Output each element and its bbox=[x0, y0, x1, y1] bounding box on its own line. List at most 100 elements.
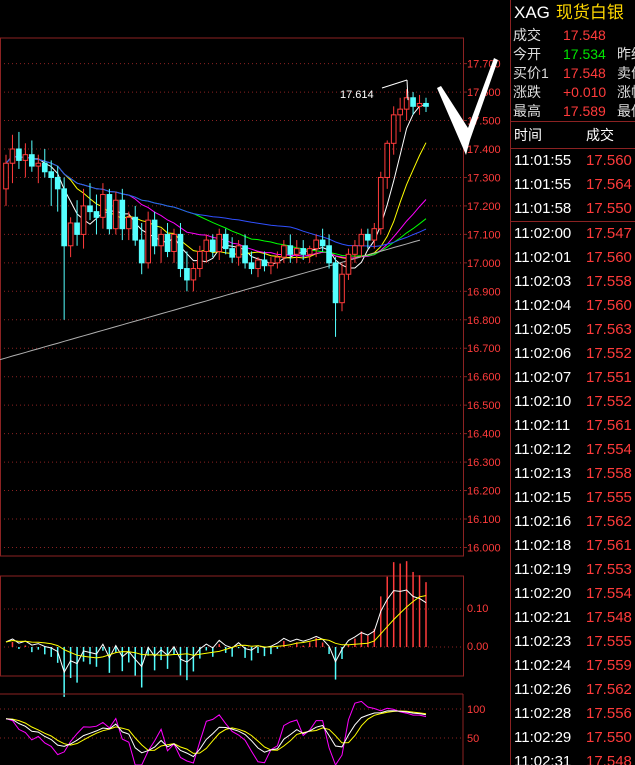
tick-time: 11:02:21 bbox=[514, 609, 572, 626]
quote-panel: XAG 现货白银 成交 17.548 今开 17.534 昨结买价1 17.548 卖价涨跌 +… bbox=[510, 0, 635, 765]
candle-body bbox=[48, 171, 55, 178]
tick-price: 17.554 bbox=[586, 441, 632, 458]
candle-body bbox=[119, 199, 126, 230]
quote-value: 17.548 bbox=[563, 27, 606, 43]
tick-price: 17.560 bbox=[586, 249, 632, 266]
tick-time: 11:02:03 bbox=[514, 273, 572, 290]
candle-body bbox=[125, 216, 132, 230]
tick-row: 11:02:10 17.552 bbox=[511, 390, 635, 414]
tick-price: 17.560 bbox=[586, 152, 632, 169]
axis-label: 16.800 bbox=[467, 315, 501, 327]
candle-body bbox=[80, 205, 87, 235]
tick-time: 11:02:23 bbox=[514, 633, 572, 650]
tick-row: 11:02:20 17.554 bbox=[511, 582, 635, 606]
tick-row: 11:02:19 17.553 bbox=[511, 558, 635, 582]
tick-price: 17.551 bbox=[586, 369, 632, 386]
tick-time: 11:02:19 bbox=[514, 561, 572, 578]
ticks-header: 时间 成交 bbox=[511, 121, 635, 149]
tick-row: 11:02:06 17.552 bbox=[511, 342, 635, 366]
candle-body bbox=[106, 194, 113, 230]
tick-row: 11:02:13 17.558 bbox=[511, 462, 635, 486]
candle-body bbox=[93, 211, 100, 218]
candle-body bbox=[222, 233, 229, 250]
axis-label: 16.300 bbox=[467, 457, 501, 469]
candle-body bbox=[384, 142, 391, 178]
annotation-leader bbox=[406, 79, 409, 101]
candle-body bbox=[74, 222, 80, 235]
candle-body bbox=[113, 199, 119, 230]
tick-price: 17.563 bbox=[586, 321, 632, 338]
tick-time: 11:02:31 bbox=[514, 753, 572, 765]
tick-row: 11:02:11 17.561 bbox=[511, 414, 635, 438]
tick-time: 11:02:26 bbox=[514, 681, 572, 698]
macd-axis-label: 0.10 bbox=[467, 603, 488, 615]
kdj-panel: 100 50 bbox=[0, 693, 485, 765]
tick-price: 17.552 bbox=[586, 393, 632, 410]
tick-price: 17.561 bbox=[586, 537, 632, 554]
candle-body bbox=[158, 233, 164, 247]
candle-body bbox=[248, 262, 255, 270]
axis-label: 16.600 bbox=[467, 372, 501, 384]
axis-label: 16.400 bbox=[467, 429, 501, 441]
tick-price: 17.564 bbox=[586, 176, 632, 193]
candle-body bbox=[229, 248, 235, 258]
tick-price: 17.550 bbox=[586, 729, 632, 746]
tick-price: 17.550 bbox=[586, 200, 632, 217]
quote-row: 最高 17.589 最低 bbox=[511, 102, 635, 121]
tick-row: 11:02:07 17.551 bbox=[511, 366, 635, 390]
tick-row: 11:02:26 17.562 bbox=[511, 678, 635, 702]
tick-row: 11:02:21 17.548 bbox=[511, 606, 635, 630]
axis-label: 16.900 bbox=[467, 286, 501, 298]
symbol-name: 现货白银 bbox=[555, 3, 624, 22]
candle-body bbox=[313, 239, 319, 250]
quote-value: +0.010 bbox=[563, 84, 607, 100]
candle-body bbox=[345, 253, 352, 275]
candle-body bbox=[184, 268, 190, 281]
candle-body bbox=[209, 239, 216, 252]
macd-dif bbox=[5, 589, 427, 674]
quote-label: 涨跌 bbox=[513, 84, 541, 100]
candle-body bbox=[268, 262, 274, 267]
tick-row: 11:02:23 17.555 bbox=[511, 630, 635, 654]
axis-label: 17.200 bbox=[467, 201, 501, 213]
candle-body bbox=[100, 194, 106, 218]
tick-price: 17.559 bbox=[586, 657, 632, 674]
tick-time: 11:02:04 bbox=[514, 297, 572, 314]
kline-chart[interactable]: 17.70017.60017.50017.40017.30017.20017.1… bbox=[0, 0, 510, 765]
tick-time: 11:02:06 bbox=[514, 345, 572, 362]
macd-axis-label: 0.00 bbox=[467, 641, 488, 653]
candle-body bbox=[255, 259, 261, 270]
axis-label: 16.100 bbox=[467, 514, 501, 526]
quote-value: 17.589 bbox=[563, 103, 606, 119]
candle-body bbox=[287, 245, 294, 255]
candle-body bbox=[87, 205, 93, 213]
axis-label: 17.400 bbox=[467, 144, 501, 156]
candle-body bbox=[216, 233, 223, 252]
candle-body bbox=[365, 233, 371, 241]
candle-body bbox=[61, 188, 67, 247]
tick-row: 11:02:00 17.547 bbox=[511, 221, 635, 246]
candle-body bbox=[358, 233, 365, 247]
candle-body bbox=[151, 219, 158, 247]
symbol-code: XAG bbox=[514, 3, 550, 22]
tick-time: 11:02:00 bbox=[514, 225, 572, 242]
tick-row: 11:02:12 17.554 bbox=[511, 438, 635, 462]
tick-price: 17.552 bbox=[586, 345, 632, 362]
candle-body bbox=[16, 148, 22, 161]
candle-body bbox=[67, 222, 74, 247]
candle-body bbox=[281, 245, 287, 258]
candle-body bbox=[35, 162, 42, 167]
tick-row: 11:01:55 17.564 bbox=[511, 173, 635, 197]
macd-panel: 0.10 0.00 bbox=[0, 561, 488, 697]
quote-label: 今开 bbox=[513, 46, 541, 62]
tick-price: 17.560 bbox=[586, 297, 632, 314]
candle-body bbox=[138, 239, 145, 264]
tick-price: 17.562 bbox=[586, 681, 632, 698]
quote-label: 最高 bbox=[513, 103, 541, 119]
candle-body bbox=[274, 256, 281, 264]
tick-time: 11:02:12 bbox=[514, 441, 572, 458]
tick-list[interactable]: 11:01:55 17.560 11:01:55 17.564 11:01:58 17.5… bbox=[511, 149, 635, 765]
axis-label: 16.500 bbox=[467, 400, 501, 412]
candle-body bbox=[177, 233, 184, 270]
candle-body bbox=[300, 248, 307, 255]
